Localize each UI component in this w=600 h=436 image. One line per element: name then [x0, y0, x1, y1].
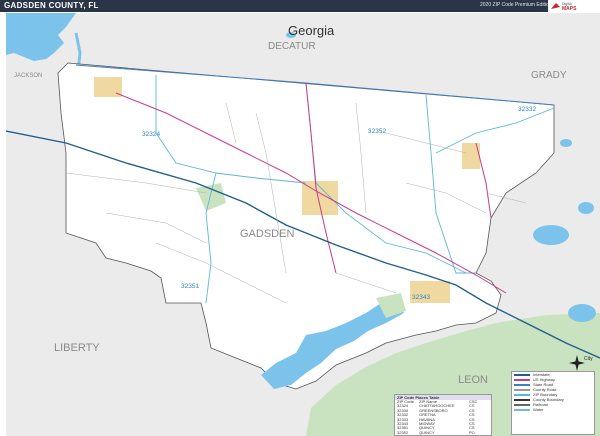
map-key-swatch: [514, 403, 530, 406]
zip-label-32332: 32332: [518, 106, 536, 113]
zip-label-32352: 32352: [368, 128, 386, 135]
lake-east-3: [578, 202, 594, 214]
label-leon: LEON: [458, 374, 488, 386]
map-key: Interstate US Highway State Road County Roa…: [511, 371, 595, 435]
zip-label-32351: 32351: [181, 283, 199, 290]
lake-east-1: [533, 225, 569, 245]
zip-label-32343: 32343: [412, 294, 430, 301]
title-bar: GADSDEN COUNTY, FL 2020 ZIP Code Premium…: [0, 0, 600, 12]
edition-label: 2020 ZIP Code Premium Edition: [480, 2, 552, 8]
label-gadsden: GADSDEN: [240, 228, 294, 240]
label-georgia: Georgia: [288, 23, 335, 38]
map-key-item: Water: [512, 407, 594, 412]
label-jackson: JACKSON: [14, 73, 42, 79]
map-key-swatch: [514, 408, 530, 411]
zip-label-32324: 32324: [142, 131, 160, 138]
lake-east-4: [560, 139, 572, 147]
label-grady: GRADY: [531, 70, 567, 81]
svg-text:MAPS: MAPS: [562, 6, 577, 12]
map-key-swatch: [514, 378, 530, 381]
map-key-label: Water: [533, 407, 544, 412]
city-legend-label: City: [584, 356, 593, 362]
label-decatur: DECATUR: [268, 41, 316, 52]
map-frame: GADSDEN COUNTY, FL 2020 ZIP Code Premium…: [0, 0, 600, 436]
map-title: GADSDEN COUNTY, FL: [4, 1, 99, 10]
map-key-swatch: [514, 383, 530, 386]
lake-east-2: [568, 304, 596, 322]
map-key-swatch: [514, 398, 530, 401]
brand-logo: Digital MAPS: [548, 0, 600, 12]
map-key-swatch: [514, 388, 530, 391]
map-key-swatch: [514, 393, 530, 396]
label-liberty: LIBERTY: [54, 342, 100, 354]
map-key-swatch: [514, 373, 530, 376]
zip-table: ZIP Code Places Table ZIP Code ZIP Name …: [394, 394, 492, 436]
